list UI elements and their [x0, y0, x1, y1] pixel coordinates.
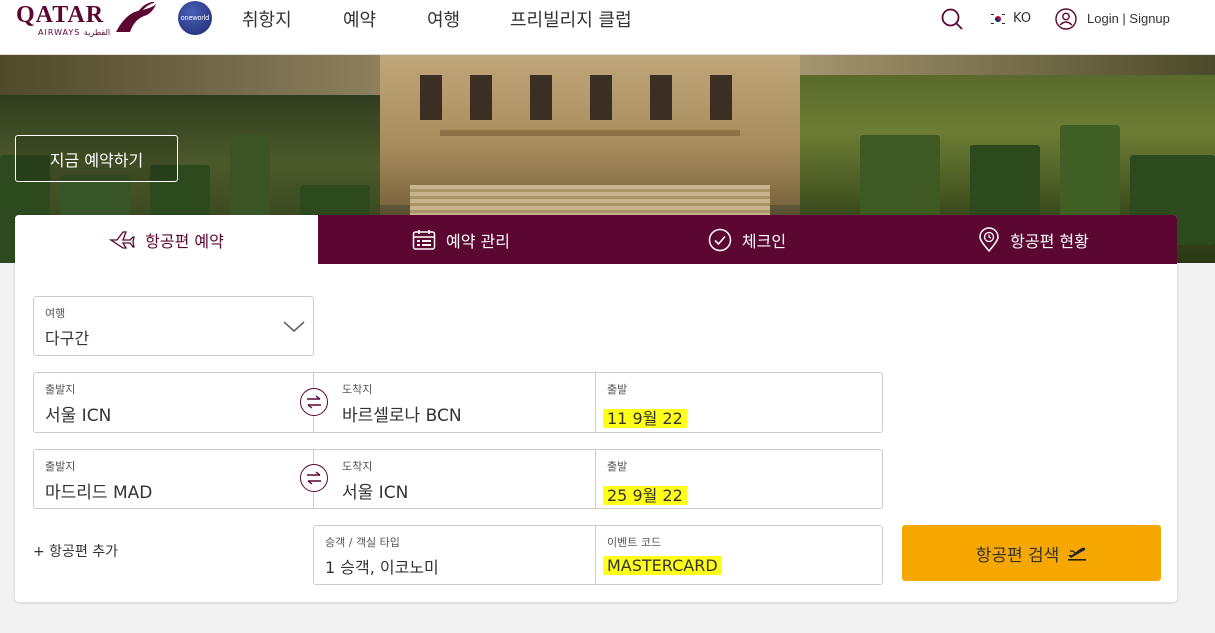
location-clock-icon — [979, 226, 999, 252]
leg1-departure-date-field[interactable]: 출발 11 9월 22 — [595, 372, 883, 433]
plane-takeoff-icon — [1068, 547, 1087, 561]
korea-flag-icon — [990, 12, 1006, 25]
leg2-departure-date-field[interactable]: 출발 25 9월 22 — [595, 449, 883, 509]
swap-arrows-icon — [307, 471, 321, 485]
search-flights-button[interactable]: 항공편 검색 — [902, 525, 1161, 581]
nav-booking[interactable]: 예약 — [343, 6, 376, 32]
leg2-swap-button[interactable] — [300, 464, 328, 492]
booking-tabs: 항공편 예약 예약 관리 체크인 항공편 현황 — [15, 215, 1177, 264]
leg2-origin-label: 출발지 — [45, 460, 76, 473]
tab-manage-booking-label: 예약 관리 — [446, 231, 510, 251]
leg2-date-label: 출발 — [607, 460, 628, 473]
nav-privilege-club[interactable]: 프리빌리지 클럽 — [510, 6, 632, 32]
leg1-date-value: 11 9월 22 — [603, 409, 687, 428]
nav-destinations[interactable]: 취항지 — [242, 6, 292, 32]
tab-manage-booking[interactable]: 예약 관리 — [318, 215, 604, 264]
passengers-cabin-field[interactable]: 승객 / 객실 타입 1 승객, 이코노미 — [313, 525, 596, 585]
tab-flight-status[interactable]: 항공편 현황 — [890, 215, 1177, 264]
check-circle-icon — [708, 228, 732, 251]
user-icon[interactable] — [1055, 8, 1077, 30]
chevron-down-icon — [283, 321, 305, 333]
passengers-label: 승객 / 객실 타입 — [325, 536, 400, 549]
top-header: QATAR AIRWAYS القطرية oneworld 취항지 예약 여행… — [0, 0, 1215, 55]
add-flight-link[interactable]: + 항공편 추가 — [33, 541, 118, 561]
tab-book-flight[interactable]: 항공편 예약 — [15, 215, 318, 264]
logo-subtitle: AIRWAYS القطرية — [38, 28, 111, 37]
leg2-destination-value: 서울 ICN — [342, 483, 409, 503]
tab-check-in-label: 체크인 — [741, 231, 787, 251]
book-now-button[interactable]: 지금 예약하기 — [15, 135, 178, 182]
search-flights-label: 항공편 검색 — [975, 545, 1060, 566]
promo-code-value: MASTERCARD — [603, 556, 722, 575]
tab-check-in[interactable]: 체크인 — [604, 215, 890, 264]
language-code: KO — [1013, 11, 1032, 26]
plane-icon — [109, 230, 135, 249]
promo-code-label: 이벤트 코드 — [607, 536, 662, 549]
oneworld-badge[interactable]: oneworld — [178, 1, 212, 35]
trip-type-value: 다구간 — [45, 329, 90, 348]
leg2-date-value: 25 9월 22 — [603, 486, 687, 505]
nav-travel[interactable]: 여행 — [427, 6, 460, 32]
leg1-origin-value: 서울 ICN — [45, 406, 112, 426]
oryx-icon — [116, 2, 156, 32]
qatar-airways-logo[interactable]: QATAR AIRWAYS القطرية — [16, 2, 161, 38]
leg1-swap-button[interactable] — [300, 388, 328, 416]
leg2-origin-value: 마드리드 MAD — [45, 483, 153, 503]
promo-code-field[interactable]: 이벤트 코드 MASTERCARD — [595, 525, 883, 585]
leg2-destination-field[interactable]: 도착지 서울 ICN — [313, 449, 596, 509]
search-icon[interactable] — [940, 7, 964, 31]
language-selector[interactable]: KO — [990, 11, 1031, 26]
leg1-date-label: 출발 — [607, 383, 628, 396]
trip-type-select[interactable]: 여행 다구간 — [33, 296, 314, 356]
tab-flight-status-label: 항공편 현황 — [1010, 231, 1089, 251]
swap-arrows-icon — [307, 395, 321, 409]
logo-wordmark: QATAR — [16, 2, 105, 28]
passengers-value: 1 승객, 이코노미 — [325, 558, 439, 577]
leg2-origin-field[interactable]: 출발지 마드리드 MAD — [33, 449, 315, 509]
add-flight-label: + 항공편 추가 — [33, 544, 119, 560]
booking-widget: 항공편 예약 예약 관리 체크인 항공편 현황 여행 다구간 출발지 서울 IC… — [15, 215, 1177, 602]
leg1-origin-field[interactable]: 출발지 서울 ICN — [33, 372, 315, 433]
tab-book-flight-label: 항공편 예약 — [145, 231, 224, 251]
leg1-destination-label: 도착지 — [342, 383, 373, 396]
hero-palace — [380, 55, 800, 205]
login-signup-link[interactable]: Login | Signup — [1087, 11, 1170, 26]
leg1-origin-label: 출발지 — [45, 383, 76, 396]
leg2-destination-label: 도착지 — [342, 460, 373, 473]
calendar-icon — [412, 229, 436, 250]
trip-type-label: 여행 — [45, 307, 66, 320]
leg1-destination-field[interactable]: 도착지 바르셀로나 BCN — [313, 372, 596, 433]
leg1-destination-value: 바르셀로나 BCN — [342, 406, 462, 426]
